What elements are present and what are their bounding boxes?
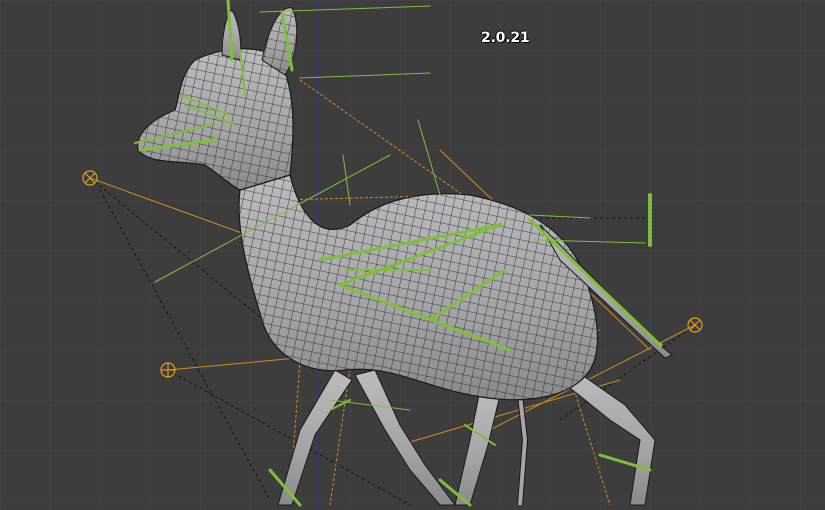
version-label: 2.0.21 [481,30,530,46]
scene-canvas[interactable] [0,0,825,510]
target-empty-front[interactable] [160,362,176,378]
3d-viewport[interactable]: 2.0.21 [0,0,825,510]
